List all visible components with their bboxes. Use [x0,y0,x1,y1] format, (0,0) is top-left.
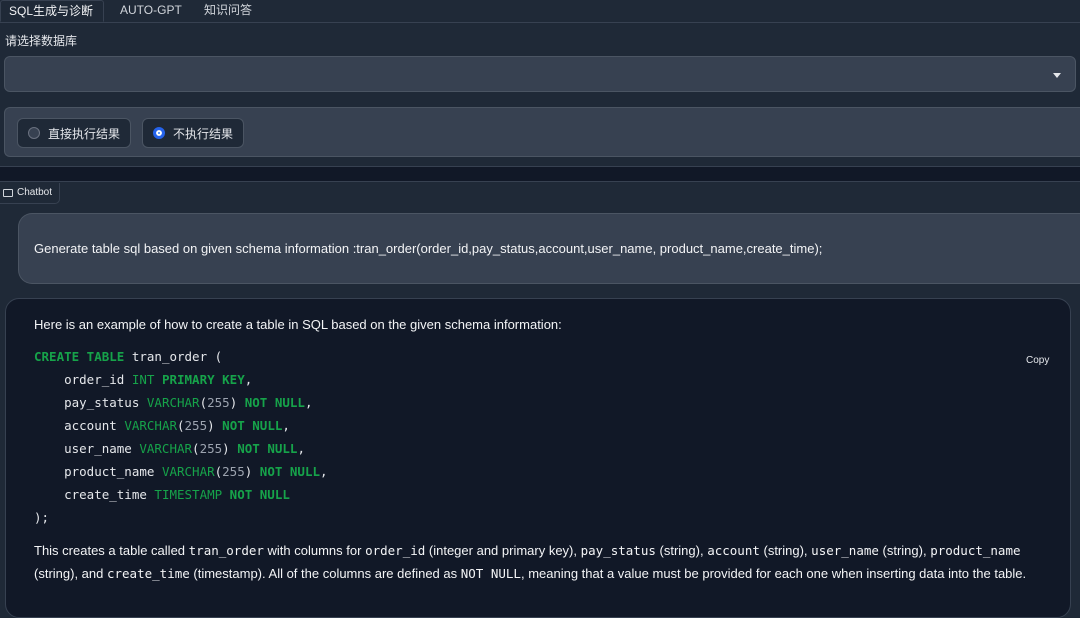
code-type: VARCHAR [139,441,193,456]
outro-text: (string), and [34,566,107,581]
outro-code: account [707,543,760,558]
code-text: order_id [34,372,132,387]
radio-checked-icon[interactable] [153,127,165,139]
code-text: , [320,464,328,479]
code-keyword: NOT NULL [222,418,283,433]
outro-code: user_name [811,543,879,558]
code-text: , [282,418,290,433]
code-text: ) [222,441,238,456]
code-text: ) [244,464,260,479]
copy-button[interactable]: Copy [1026,355,1049,366]
tab-sql-generation[interactable]: SQL生成与诊断 [0,0,104,22]
code-type: INT [131,372,155,387]
radio-unchecked-icon[interactable] [28,127,40,139]
code-keyword: NOT NULL [259,464,321,479]
outro-text: , meaning that a value must be provided … [520,566,1027,581]
outro-text: (string), [655,543,708,558]
code-text: pay_status [34,395,147,410]
user-message-text: Generate table sql based on given schema… [34,241,823,256]
code-keyword: NOT NULL [222,487,290,502]
outro-text: (timestamp). All of the columns are defi… [189,566,461,581]
code-number: 255 [222,464,245,479]
bot-intro-text: Here is an example of how to create a ta… [34,317,562,332]
radio-do-not-execute[interactable]: 不执行结果 [142,118,245,148]
outro-text: This creates a table called [34,543,189,558]
outro-code: create_time [106,566,190,581]
chevron-down-icon[interactable] [1053,73,1061,78]
bot-outro-text: This creates a table called tran_order w… [34,539,1059,585]
chatbot-label-text: Chatbot [17,187,53,198]
code-text: user_name [34,441,140,456]
code-number: 255 [207,395,230,410]
code-text: product_name [34,464,162,479]
code-keyword: NOT NULL [237,441,298,456]
code-number: 255 [184,418,208,433]
code-keyword: PRIMARY KEY [154,372,245,387]
radio-label: 不执行结果 [173,126,234,141]
tab-knowledge-qa[interactable]: 知识问答 [196,0,260,22]
code-keyword: CREATE TABLE [34,349,125,364]
outro-text: (string), [878,543,931,558]
chatbot-label: Chatbot [0,183,61,204]
tab-bar: SQL生成与诊断 AUTO-GPT 知识问答 [0,0,1080,23]
tab-auto-gpt[interactable]: AUTO-GPT [112,0,190,22]
bot-message: Here is an example of how to create a ta… [5,298,1071,618]
code-keyword: NOT NULL [244,395,305,410]
code-type: VARCHAR [146,395,200,410]
user-message: Generate table sql based on given schema… [18,213,1080,284]
outro-code: product_name [930,543,1021,558]
outro-code: tran_order [188,543,264,558]
code-text: ) [207,418,223,433]
code-number: 255 [199,441,223,456]
code-type: VARCHAR [161,464,215,479]
outro-text: (string), [759,543,812,558]
radio-execute-directly[interactable]: 直接执行结果 [17,118,132,148]
code-text: ( [199,395,208,410]
code-text: , [304,395,313,410]
outro-text: with columns for [263,543,366,558]
radio-label: 直接执行结果 [48,126,121,141]
code-type: TIMESTAMP [154,487,223,502]
code-text: ( [177,418,185,433]
database-label: 请选择数据库 [5,34,78,48]
outro-code: NOT NULL [460,566,521,581]
code-type: VARCHAR [124,418,177,433]
code-text: ); [34,510,50,525]
outro-code: pay_status [580,543,656,558]
code-text: tran_order ( [124,349,223,364]
code-text: ( [192,441,200,456]
chat-icon [3,189,13,197]
code-text: create_time [34,487,155,502]
execution-mode-radio-group: 直接执行结果 不执行结果 [4,107,1080,157]
code-text: , [297,441,305,456]
code-text: , [244,372,253,387]
section-divider [0,166,1080,182]
outro-code: order_id [365,543,426,558]
outro-text: (integer and primary key), [425,543,581,558]
sql-code-block: CREATE TABLE tran_order ( order_id INT P… [34,345,328,529]
code-text: ) [229,395,245,410]
database-select[interactable] [4,56,1076,92]
code-text: account [34,418,125,433]
